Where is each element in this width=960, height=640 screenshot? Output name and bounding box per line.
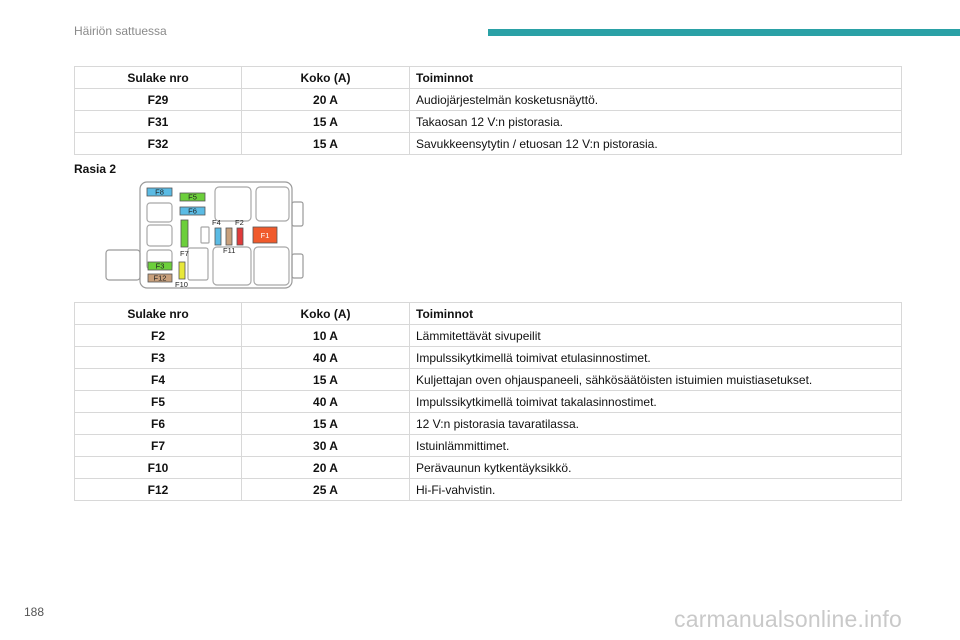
fuse-size-cell: 15 A bbox=[241, 412, 410, 435]
column-header-size: Koko (A) bbox=[241, 66, 410, 89]
table-row: F10 20 A Perävaunun kytkentäyksikkö. bbox=[74, 456, 902, 479]
fuse-function-cell: Savukkeensytytin / etuosan 12 V:n pistor… bbox=[409, 132, 902, 155]
table-row: F4 15 A Kuljettajan oven ohjauspaneeli, … bbox=[74, 368, 902, 391]
table-row: F29 20 A Audiojärjestelmän kosketusnäytt… bbox=[74, 88, 902, 111]
table-row: F12 25 A Hi-Fi-vahvistin. bbox=[74, 478, 902, 501]
fuse-size-cell: 15 A bbox=[241, 110, 410, 133]
fuse-function-cell: Takaosan 12 V:n pistorasia. bbox=[409, 110, 902, 133]
column-header-fuse-number: Sulake nro bbox=[74, 66, 242, 89]
fuse-number-cell: F32 bbox=[74, 132, 242, 155]
fuse-label-f10: F10 bbox=[175, 280, 188, 289]
fuse-size-cell: 10 A bbox=[241, 324, 410, 347]
table-row: F6 15 A 12 V:n pistorasia tavaratilassa. bbox=[74, 412, 902, 435]
table-row: F32 15 A Savukkeensytytin / etuosan 12 V… bbox=[74, 132, 902, 155]
fuse-label-f3: F3 bbox=[156, 262, 165, 271]
fuse-number-cell: F2 bbox=[74, 324, 242, 347]
fuse-label-f2: F2 bbox=[235, 218, 244, 227]
fuse-number-cell: F12 bbox=[74, 478, 242, 501]
table-row: F5 40 A Impulssikytkimellä toimivat taka… bbox=[74, 390, 902, 413]
fuse-function-cell: Lämmitettävät sivupeilit bbox=[409, 324, 902, 347]
fuse-table-1: Sulake nro Koko (A) Toiminnot F29 20 A A… bbox=[74, 66, 902, 155]
column-header-fuse-number: Sulake nro bbox=[74, 302, 242, 325]
table-row: F2 10 A Lämmitettävät sivupeilit bbox=[74, 324, 902, 347]
fuse-f2 bbox=[236, 227, 244, 246]
fuse-number-cell: F7 bbox=[74, 434, 242, 457]
fuse-function-cell: Perävaunun kytkentäyksikkö. bbox=[409, 456, 902, 479]
fuse-size-cell: 40 A bbox=[241, 346, 410, 369]
fuse-number-cell: F31 bbox=[74, 110, 242, 133]
page-number: 188 bbox=[24, 605, 45, 619]
fuse-function-cell: Impulssikytkimellä toimivat takalasinnos… bbox=[409, 390, 902, 413]
column-header-functions: Toiminnot bbox=[409, 66, 902, 89]
fuse-function-cell: Audiojärjestelmän kosketusnäyttö. bbox=[409, 88, 902, 111]
fuse-f7 bbox=[180, 219, 189, 248]
column-header-functions: Toiminnot bbox=[409, 302, 902, 325]
fuse-size-cell: 15 A bbox=[241, 368, 410, 391]
fuse-number-cell: F29 bbox=[74, 88, 242, 111]
table-row: F31 15 A Takaosan 12 V:n pistorasia. bbox=[74, 110, 902, 133]
fuse-function-cell: Istuinlämmittimet. bbox=[409, 434, 902, 457]
table-row: F7 30 A Istuinlämmittimet. bbox=[74, 434, 902, 457]
fuse-label-f4: F4 bbox=[212, 218, 221, 227]
fuse-table-2: Sulake nro Koko (A) Toiminnot F2 10 A Lä… bbox=[74, 302, 902, 501]
fuse-label-f11: F11 bbox=[223, 246, 235, 255]
fuse-size-cell: 20 A bbox=[241, 456, 410, 479]
section-accent-bar bbox=[488, 29, 960, 36]
fuse-size-cell: 15 A bbox=[241, 132, 410, 155]
fuse-label-f12: F12 bbox=[154, 274, 167, 283]
section-title: Häiriön sattuessa bbox=[74, 24, 167, 38]
fuse-number-cell: F6 bbox=[74, 412, 242, 435]
fuse-size-cell: 20 A bbox=[241, 88, 410, 111]
table-header-row: Sulake nro Koko (A) Toiminnot bbox=[74, 302, 902, 325]
fuse-function-cell: Hi-Fi-vahvistin. bbox=[409, 478, 902, 501]
fuse-function-cell: Kuljettajan oven ohjauspaneeli, sähkösää… bbox=[409, 368, 902, 391]
fuse-number-cell: F4 bbox=[74, 368, 242, 391]
fuse-size-cell: 30 A bbox=[241, 434, 410, 457]
fuse-number-cell: F3 bbox=[74, 346, 242, 369]
column-header-size: Koko (A) bbox=[241, 302, 410, 325]
fuse-box-diagram: F8 F5 F6 F7 F4 F2 F11 F1 F3 F12 F10 bbox=[105, 181, 304, 289]
fuse-label-f7: F7 bbox=[180, 249, 189, 258]
fuse-number-cell: F5 bbox=[74, 390, 242, 413]
watermark: carmanualsonline.info bbox=[674, 606, 902, 632]
fuse-box-label: Rasia 2 bbox=[74, 162, 117, 176]
fuse-f11 bbox=[225, 227, 233, 246]
fuse-label-f5: F5 bbox=[188, 193, 197, 202]
fuse-size-cell: 40 A bbox=[241, 390, 410, 413]
fuse-function-cell: 12 V:n pistorasia tavaratilassa. bbox=[409, 412, 902, 435]
fuse-f10 bbox=[178, 261, 186, 280]
fuse-number-cell: F10 bbox=[74, 456, 242, 479]
table-header-row: Sulake nro Koko (A) Toiminnot bbox=[74, 66, 902, 89]
fuse-function-cell: Impulssikytkimellä toimivat etulasinnost… bbox=[409, 346, 902, 369]
fuse-label-f1: F1 bbox=[261, 231, 270, 240]
fuse-f4 bbox=[214, 227, 222, 246]
table-row: F3 40 A Impulssikytkimellä toimivat etul… bbox=[74, 346, 902, 369]
fuse-label-f6: F6 bbox=[188, 207, 197, 216]
fuse-label-f8: F8 bbox=[155, 188, 164, 197]
fuse-size-cell: 25 A bbox=[241, 478, 410, 501]
